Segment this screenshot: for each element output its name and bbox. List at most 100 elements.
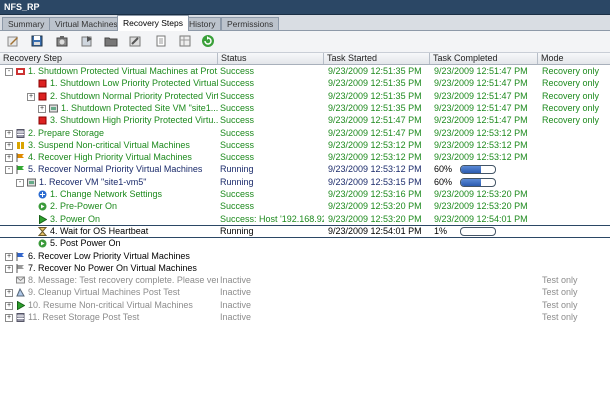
flag-green-icon [16,165,25,175]
cell-task-completed: 9/23/2009 12:54:01 PM [434,213,528,224]
cell-status: Success [220,66,255,76]
collapse-icon[interactable]: - [5,68,13,76]
step-label: 10. Resume Non-critical Virtual Machines [28,299,193,310]
table-row[interactable]: 1. Change Network Settings Success 9/23/20… [0,189,610,200]
cell-recovery-step: 5. Post Power On [0,238,218,249]
column-header-task-started[interactable]: Task Started [324,53,430,64]
expand-icon[interactable]: + [5,264,13,273]
cell-task-started [328,251,430,262]
cell-task-started [328,275,430,286]
table-row[interactable]: - 5. Recover Normal Priority Virtual Mach… [0,164,610,175]
table-row[interactable]: 5. Post Power On [0,238,610,249]
table-row[interactable]: 2. Pre-Power On Success 9/23/2009 12:53:20… [0,201,610,212]
expand-icon[interactable]: + [38,104,46,113]
table-row[interactable]: +1. Shutdown Protected Site VM "site1...… [0,103,610,114]
network-icon [38,190,47,199]
expand-icon[interactable]: + [5,252,13,261]
cell-task-completed [434,300,538,311]
cell-recovery-step: +4. Recover High Priority Virtual Machin… [0,152,218,163]
column-header-recovery-step[interactable]: Recovery Step [0,53,218,64]
progress-percent: 60% [434,164,453,175]
stop-icon [38,79,47,88]
expand-icon[interactable]: + [5,314,13,322]
collapse-icon[interactable]: - [5,166,13,175]
step-label: 8. Message: Test recovery complete. Plea… [28,275,218,286]
cell-task-completed: 9/23/2009 12:51:47 PM [434,90,528,101]
expand-icon[interactable]: + [27,92,35,101]
cell-recovery-step: - 1. Shutdown Protected Virtual Machines … [0,66,218,77]
cell-status [220,251,324,262]
cell-mode: Test only [542,275,578,286]
table-row[interactable]: +2. Prepare Storage Success 9/23/2009 12:5… [0,128,610,139]
step-label: 2. Pre-Power On [50,201,118,212]
step-label: 3. Shutdown High Priority Protected Virt… [50,115,218,126]
stop-icon [38,116,47,125]
vm-icon [49,104,58,113]
cell-task-started: 9/23/2009 12:51:35 PM [328,90,422,101]
tab-recovery-steps[interactable]: Recovery Steps [117,15,189,31]
table-row[interactable]: +7. Recover No Power On Virtual Machines [0,263,610,274]
step-label: 5. Post Power On [50,238,121,249]
cell-status: Success [220,102,255,113]
column-header-mode[interactable]: Mode [538,53,609,64]
cell-mode: Recovery only [542,102,600,113]
table-row[interactable]: - 1. Recover VM "site1-vm5" Running 9/23/20… [0,177,610,188]
script-icon [38,239,47,248]
step-label: 2. Shutdown Normal Priority Protected Vi… [50,90,218,101]
table-row[interactable]: +3. Suspend Non-critical Virtual Machine… [0,140,610,151]
expand-icon[interactable]: + [5,129,13,138]
table-row-selected[interactable]: 4. Wait for OS Heartbeat Running 9/23/2009… [0,224,610,238]
cell-status [220,263,324,274]
expand-icon[interactable]: + [5,289,13,298]
export-icon[interactable] [80,34,94,48]
save-icon[interactable] [30,34,44,48]
refresh-icon[interactable] [201,34,215,48]
cell-task-started: 9/23/2009 12:53:12 PM [328,139,422,150]
collapse-icon[interactable]: - [16,178,24,187]
cell-recovery-step: +3. Suspend Non-critical Virtual Machine… [0,140,218,151]
cell-status: Success [220,152,255,163]
progress-fill [461,178,482,186]
table-row[interactable]: 1. Shutdown Low Priority Protected Virtu… [0,78,610,89]
cell-status: Running [220,176,254,187]
table-row[interactable]: +4. Recover High Priority Virtual Machin… [0,152,610,163]
table-row[interactable]: - 1. Shutdown Protected Virtual Machines … [0,66,610,77]
tab-virtual-machines[interactable]: Virtual Machines [49,17,124,30]
document-icon[interactable] [154,34,168,48]
table-row[interactable]: 8. Message: Test recovery complete. Plea… [0,275,610,286]
table-header: Recovery Step Status Task Started Task C… [0,53,610,65]
expand-icon[interactable]: + [5,301,13,310]
cell-mode: Recovery only [542,78,600,89]
step-label: 1. Shutdown Protected Site VM "site1... [61,102,218,113]
progress-fill [461,166,482,174]
storage-icon [16,128,25,138]
edit-icon[interactable] [6,34,20,48]
cell-mode: Recovery only [542,66,600,76]
wrench-icon[interactable] [128,34,142,48]
tab-summary[interactable]: Summary [2,17,51,30]
column-header-task-completed[interactable]: Task Completed [430,53,538,64]
cell-mode [542,226,610,237]
cell-recovery-step: 2. Pre-Power On [0,201,218,212]
cell-task-started [328,263,430,274]
table-row[interactable]: 3. Power On Success: Host '192.168.92....… [0,214,610,225]
cell-task-completed [434,263,538,274]
table-row[interactable]: +2. Shutdown Normal Priority Protected V… [0,91,610,102]
cell-status: Inactive [220,275,252,286]
table-row[interactable]: +10. Resume Non-critical Virtual Machine… [0,300,610,311]
expand-icon[interactable]: + [5,141,13,150]
grid-icon[interactable] [178,34,192,48]
camera-icon[interactable] [55,34,69,48]
tab-permissions[interactable]: Permissions [221,17,280,30]
script-icon [38,202,47,211]
cell-status: Success [220,189,255,199]
folder-icon[interactable] [104,34,118,48]
table-row[interactable]: +11. Reset Storage Post Test Inactive Test… [0,312,610,323]
table-row[interactable]: +9. Cleanup Virtual Machines Post Test In… [0,287,610,298]
step-label: 4. Recover High Priority Virtual Machine… [28,152,192,163]
table-row[interactable]: 3. Shutdown High Priority Protected Virt… [0,115,610,126]
table-row[interactable]: +6. Recover Low Priority Virtual Machine… [0,251,610,262]
cell-recovery-step: 3. Power On [0,214,218,225]
expand-icon[interactable]: + [5,154,13,163]
column-header-status[interactable]: Status [218,53,324,64]
